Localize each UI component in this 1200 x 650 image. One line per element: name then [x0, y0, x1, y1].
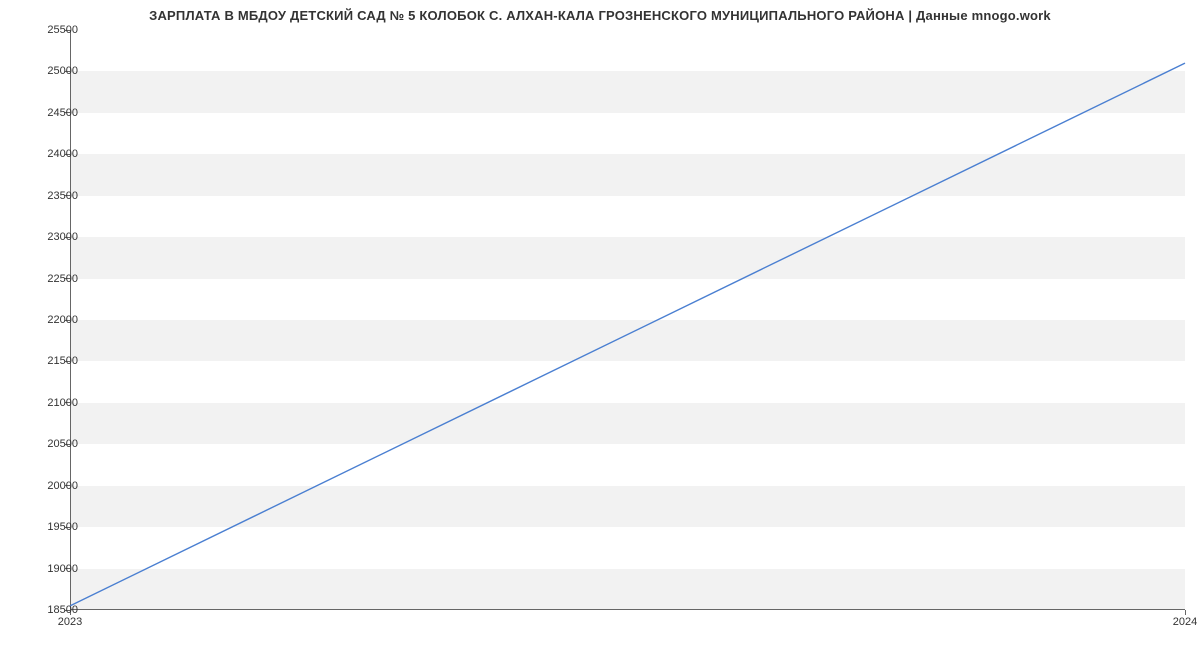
y-tick-label: 19000	[47, 563, 78, 575]
y-tick-label: 18500	[47, 604, 78, 616]
y-tick-label: 22500	[47, 273, 78, 285]
x-tick-label: 2024	[1173, 616, 1197, 628]
y-tick-label: 21000	[47, 397, 78, 409]
y-tick-label: 19500	[47, 521, 78, 533]
y-tick-label: 25000	[47, 65, 78, 77]
line-layer	[70, 30, 1185, 610]
y-tick-label: 23500	[47, 190, 78, 202]
data-line	[70, 63, 1185, 606]
y-tick-label: 21500	[47, 355, 78, 367]
y-tick-label: 22000	[47, 314, 78, 326]
x-tick-label: 2023	[58, 616, 82, 628]
chart-title: ЗАРПЛАТА В МБДОУ ДЕТСКИЙ САД № 5 КОЛОБОК…	[0, 8, 1200, 23]
y-tick-label: 20000	[47, 480, 78, 492]
chart-container: ЗАРПЛАТА В МБДОУ ДЕТСКИЙ САД № 5 КОЛОБОК…	[0, 0, 1200, 650]
x-tick	[1185, 610, 1186, 615]
plot-area: 20232024	[70, 30, 1185, 610]
y-tick-label: 20500	[47, 438, 78, 450]
y-tick-label: 25500	[47, 24, 78, 36]
y-tick-label: 24500	[47, 107, 78, 119]
y-tick-label: 23000	[47, 231, 78, 243]
y-tick-label: 24000	[47, 148, 78, 160]
